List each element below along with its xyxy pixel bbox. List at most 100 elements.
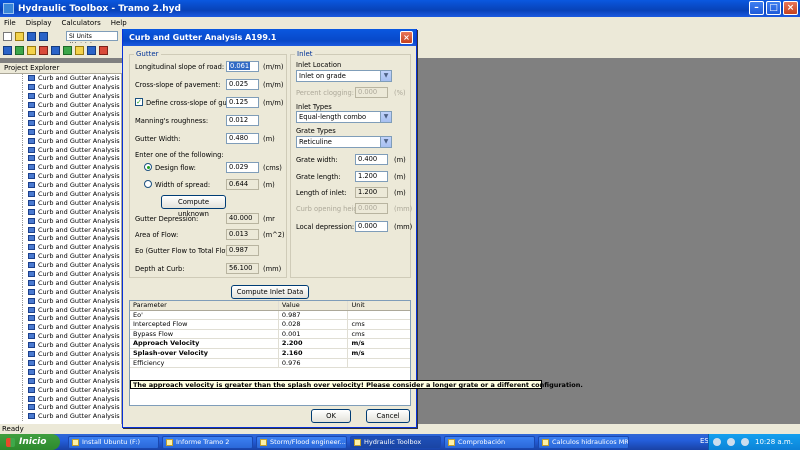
tree-item[interactable]: Curb and Gutter Analysis A22 [0,394,121,403]
define-cross-slope-checkbox[interactable]: ✓ [135,98,143,106]
hydrology-icon[interactable] [63,46,72,55]
chevron-down-icon[interactable]: ▼ [380,137,391,147]
tree-item[interactable]: Curb and Gutter Analysis A20 [0,207,121,217]
security-icon[interactable] [741,438,749,446]
save-icon[interactable] [27,31,36,41]
local-depression-input[interactable]: 0.000 [355,221,388,232]
weir-calc-icon[interactable] [15,46,24,55]
tree-item[interactable]: Curb and Gutter Analysis A20 [0,216,121,226]
menu-help[interactable]: Help [111,19,127,27]
ok-button[interactable]: OK [311,409,351,423]
manning-input[interactable]: 0.012 [226,115,259,126]
rational-method-icon[interactable] [87,46,96,55]
tree-item[interactable]: Curb and Gutter Analysis A20 [0,242,121,252]
cross-slope-input[interactable]: 0.025 [226,79,259,90]
gutter-width-input[interactable]: 0.480 [226,133,259,144]
window-icon [166,438,173,446]
tree-item[interactable]: Curb and Gutter Analysis A19 [0,91,121,101]
new-file-icon[interactable] [3,31,12,41]
taskbar-item[interactable]: Informe Tramo 2 [162,435,253,449]
tree-item[interactable]: Curb and Gutter Analysis A22 [0,411,121,421]
tree-item[interactable]: Curb and Gutter Analysis A19 [0,145,121,154]
tree-item[interactable]: Curb and Gutter Analysis A19 [0,171,121,181]
tree-item[interactable]: Curb and Gutter Analysis A21 [0,349,121,359]
channel-calc-icon[interactable] [3,46,12,55]
tree-item[interactable]: Curb and Gutter Analysis A19 [0,136,121,146]
tree-item[interactable]: Curb and Gutter Analysis A19 [0,154,121,163]
grate-width-input[interactable]: 0.400 [355,154,388,165]
close-icon[interactable]: × [783,1,798,15]
dialog-close-icon[interactable]: × [400,31,413,44]
tree-item[interactable]: Curb and Gutter Analysis A21 [0,287,121,297]
tree-item[interactable]: Curb and Gutter Analysis A20 [0,234,121,243]
header-unit[interactable]: Unit [348,301,410,310]
help-icon[interactable] [39,31,48,41]
tree-item[interactable]: Curb and Gutter Analysis A21 [0,314,121,323]
tree-item[interactable]: Curb and Gutter Analysis A20 [0,198,121,208]
tree-item[interactable]: Curb and Gutter Analysis A21 [0,278,121,288]
riprap-icon[interactable] [51,46,60,55]
chevron-down-icon[interactable]: ▼ [380,112,391,122]
open-folder-icon[interactable] [15,31,24,41]
menu-file[interactable]: File [4,19,16,27]
width-of-spread-radio[interactable] [144,180,152,188]
network-icon[interactable] [713,438,721,446]
maximize-icon[interactable]: □ [766,1,781,15]
tree-item[interactable]: Curb and Gutter Analysis A20 [0,189,121,199]
inlet-location-select[interactable]: Inlet on grade ▼ [296,70,392,82]
tree-item[interactable]: Curb and Gutter Analysis A21 [0,322,121,332]
tree-item[interactable]: Curb and Gutter Analysis A20 [0,251,121,261]
pipe-icon[interactable] [75,46,84,55]
tree-item[interactable]: Curb and Gutter Analysis A19 [0,162,121,172]
taskbar-item[interactable]: Install Ubuntu (F:) [68,435,159,449]
curb-gutter-icon[interactable] [27,46,36,55]
tree-item[interactable]: Curb and Gutter Analysis A19 [0,82,121,92]
tree-item[interactable]: Curb and Gutter Analysis A19 [0,118,121,128]
header-value[interactable]: Value [279,301,349,310]
header-parameter[interactable]: Parameter [130,301,279,310]
tree-item[interactable]: Curb and Gutter Analysis A19 [0,127,121,137]
tree-item[interactable]: Curb and Gutter Analysis A21 [0,296,121,306]
results-header-row: Parameter Value Unit [130,301,410,311]
design-flow-radio[interactable] [144,163,152,171]
taskbar-item[interactable]: Calculos hidraulicos MR [538,435,629,449]
storm-icon[interactable] [99,46,108,55]
tree-item[interactable]: Curb and Gutter Analysis A21 [0,305,121,314]
culvert-icon[interactable] [39,46,48,55]
tree-item[interactable]: Curb and Gutter Analysis A21 [0,331,121,341]
taskbar-item[interactable]: Comprobación [444,435,535,449]
clock[interactable]: 10:28 a.m. [755,438,793,446]
tree-item[interactable]: Curb and Gutter Analysis A22 [0,376,121,386]
chevron-down-icon[interactable]: ▼ [380,71,391,81]
taskbar-item[interactable]: Hydraulic Toolbox [350,435,441,449]
tree-item[interactable]: Curb and Gutter Analysis A22 [0,402,121,412]
menu-calculators[interactable]: Calculators [62,19,101,27]
tree-item[interactable]: Curb and Gutter Analysis A22 [0,385,121,394]
tree-item[interactable]: Curb and Gutter Analysis A19 [0,74,121,83]
taskbar-item[interactable]: Storm/Flood engineer... [256,435,347,449]
menu-display[interactable]: Display [26,19,52,27]
grate-length-input[interactable]: 1.200 [355,171,388,182]
long-slope-input[interactable]: 0.061 [226,61,259,72]
start-button[interactable]: Inicio [0,434,60,450]
tree-item[interactable]: Curb and Gutter Analysis A21 [0,269,121,279]
define-cross-slope-input[interactable]: 0.125 [226,97,259,108]
units-select[interactable]: SI Units (Metric) [66,31,118,49]
inlet-types-select[interactable]: Equal-length combo ▼ [296,111,392,123]
grate-types-select[interactable]: Reticuline ▼ [296,136,392,148]
tree-item[interactable]: Curb and Gutter Analysis A19 [0,100,121,110]
minimize-icon[interactable]: – [749,1,764,15]
tree-item[interactable]: Curb and Gutter Analysis A20 [0,225,121,234]
tree-item[interactable]: Curb and Gutter Analysis A19 [0,109,121,119]
compute-inlet-data-button[interactable]: Compute Inlet Data [231,285,309,299]
tree-item[interactable]: Curb and Gutter Analysis A22 [0,367,121,377]
cancel-button[interactable]: Cancel [366,409,410,423]
tree-item[interactable]: Curb and Gutter Analysis A22 [0,358,121,368]
compute-unknown-button[interactable]: Compute unknown [161,195,226,218]
design-flow-input[interactable]: 0.029 [226,162,259,173]
tree-item[interactable]: Curb and Gutter Analysis A20 [0,180,121,190]
volume-icon[interactable] [727,438,735,446]
project-explorer-tree[interactable]: Curb and Gutter Analysis A19Curb and Gut… [0,74,122,424]
tree-item[interactable]: Curb and Gutter Analysis A20 [0,260,121,270]
tree-item[interactable]: Curb and Gutter Analysis A21 [0,340,121,350]
